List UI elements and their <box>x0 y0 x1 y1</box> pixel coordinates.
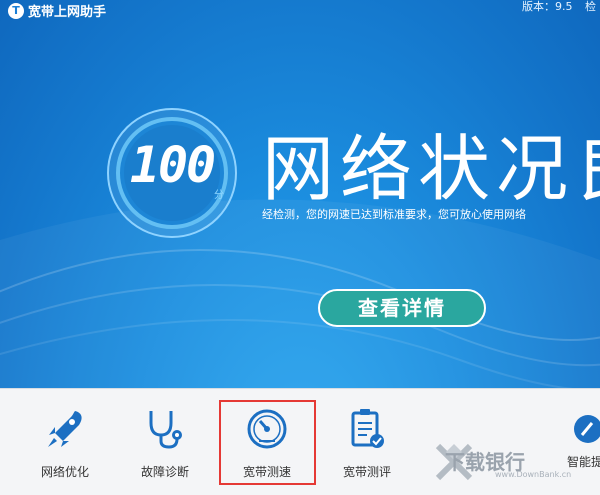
tool-broadband-evaluation[interactable]: 宽带测评 <box>322 389 412 495</box>
app-logo-icon: T <box>8 2 24 19</box>
version-label: 版本：9.5 <box>522 0 573 13</box>
tool-label: 故障诊断 <box>140 465 189 479</box>
score-unit: 分 <box>214 190 224 201</box>
status-panel: T 宽带上网助手 版本：9.5 检 100 分 网络状况良 经检测，您的网速已达… <box>0 0 600 388</box>
clipboard-check-icon <box>351 409 384 448</box>
selection-highlight <box>219 400 316 485</box>
status-headline: 网络状况良 <box>262 127 600 211</box>
tool-fault-diagnosis[interactable]: 故障诊断 <box>120 389 210 495</box>
view-details-button[interactable]: 查看详情 <box>318 289 486 327</box>
score-value: 100 <box>129 136 216 194</box>
app-title-text: 宽带上网助手 <box>28 5 107 20</box>
wrench-icon[interactable] <box>572 413 600 445</box>
app-title: T 宽带上网助手 <box>8 1 106 20</box>
status-description: 经检测，您的网速已达到标准要求，您可放心使用网络 <box>262 208 526 221</box>
check-update-link[interactable]: 检 <box>585 0 596 14</box>
tool-network-optimize[interactable]: 网络优化 <box>20 389 110 495</box>
watermark-url: www.DownBank.cn <box>495 470 572 479</box>
tool-label-partial[interactable]: 智能提 <box>567 453 600 470</box>
rocket-icon <box>48 411 82 447</box>
tool-label: 网络优化 <box>40 465 89 479</box>
stethoscope-icon <box>149 411 182 449</box>
tool-label: 宽带测评 <box>342 465 391 479</box>
